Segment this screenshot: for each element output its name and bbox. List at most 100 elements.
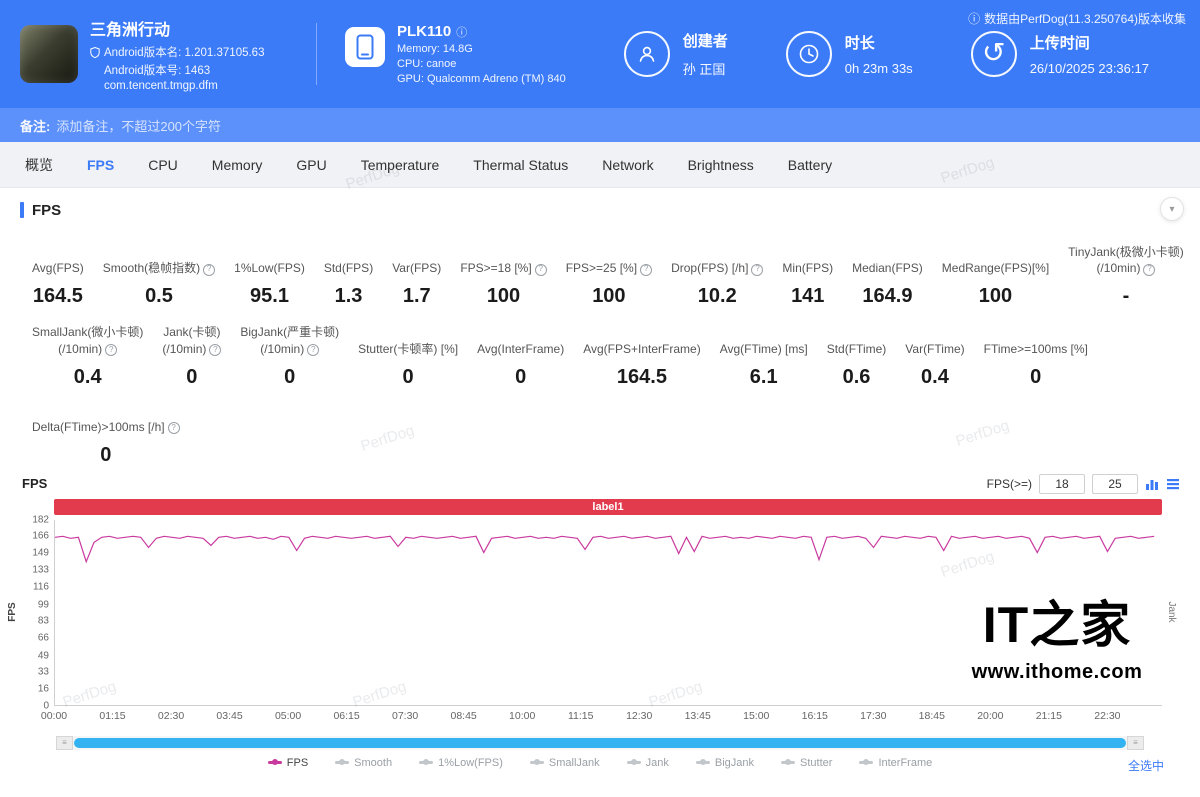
help-icon[interactable]: ? <box>105 343 118 356</box>
y-tick-label: 166 <box>32 530 49 542</box>
game-name: 三角洲行动 <box>90 22 171 39</box>
scrollbar-left-handle[interactable]: ≡ <box>56 735 73 750</box>
stat-jank: Jank(卡顿) (/10min)? 0 <box>162 325 222 388</box>
tab-overview[interactable]: 概览 <box>8 155 70 175</box>
stat-value-drop-fps: 10.2 <box>697 285 737 308</box>
legend-item-bigjank[interactable]: BigJank <box>695 756 755 769</box>
x-tick-label: 08:45 <box>450 709 477 722</box>
fps-plot-area[interactable]: 182 166 149 133 116 99 83 66 49 33 16 0 FPS Jank <box>7 514 1177 711</box>
note-bar[interactable]: 备注: 添加备注，不超过200个字符 <box>0 108 1200 142</box>
select-all-link[interactable]: 全选中 <box>1128 757 1164 774</box>
tab-battery[interactable]: Battery <box>771 157 849 173</box>
tab-brightness[interactable]: Brightness <box>671 157 771 173</box>
legend-label: Smooth <box>354 756 393 769</box>
tab-network[interactable]: Network <box>585 157 670 173</box>
table-view-icon[interactable] <box>1166 477 1180 491</box>
chevron-down-icon: ▾ <box>1169 203 1175 215</box>
android-version-name: Android版本名: 1.201.37105.63 <box>104 47 265 59</box>
device-memory: Memory: 14.8G <box>397 43 473 55</box>
y-tick-label: 99 <box>37 599 49 611</box>
fps-chart: FPS FPS(>=) label1 182 166 149 133 116 99 83 66… <box>7 471 1184 726</box>
help-icon[interactable]: ? <box>1143 263 1156 276</box>
android-version-code: Android版本号: 1463 <box>104 65 211 77</box>
legend-label: InterFrame <box>878 756 933 769</box>
fps-threshold-input-2[interactable] <box>1092 473 1138 494</box>
stat-delta-ftime: Delta(FTime)>100ms [/h]? 0 <box>32 405 180 467</box>
stat-row-1: Avg(FPS) 164.5 Smooth(稳帧指数)? 0.5 1%Low(FPS) 9… <box>32 244 1190 308</box>
legend-marker <box>781 759 796 766</box>
clock-icon <box>785 31 832 77</box>
tab-temperature[interactable]: Temperature <box>344 157 457 173</box>
x-tick-label: 22:30 <box>1094 709 1121 722</box>
legend-item-jank[interactable]: Jank <box>626 757 669 769</box>
x-tick-label: 03:45 <box>216 709 243 722</box>
stat-value-ftime-ge-100ms: 0 <box>1030 365 1042 388</box>
stat-avg-interframe: Avg(InterFrame) 0 <box>477 341 565 388</box>
legend-marker <box>529 759 544 766</box>
x-tick-label: 00:00 <box>40 709 68 722</box>
bar-chart-icon[interactable] <box>1145 477 1159 491</box>
help-icon[interactable]: ? <box>209 343 222 356</box>
tab-fps[interactable]: FPS <box>70 157 131 173</box>
stat-min-fps: Min(FPS) 141 <box>782 261 834 308</box>
upload-time-value: 26/10/2025 23:36:17 <box>1029 61 1149 76</box>
upload-time-block: ↺ 上传时间 26/10/2025 23:36:17 <box>970 31 1149 77</box>
y-tick-label: 66 <box>37 632 49 644</box>
stat-median-fps: Median(FPS) 164.9 <box>852 261 923 308</box>
tab-thermal-status[interactable]: Thermal Status <box>456 157 585 173</box>
tab-gpu[interactable]: GPU <box>279 157 343 173</box>
fps-threshold-input-1[interactable] <box>1039 473 1085 494</box>
tab-cpu[interactable]: CPU <box>131 157 195 173</box>
x-tick-label: 17:30 <box>860 709 887 722</box>
legend-item-stutter[interactable]: Stutter <box>781 757 832 769</box>
stat-value-fps-ge-18: 100 <box>486 285 521 308</box>
game-icon <box>20 25 78 83</box>
device-cpu: CPU: canoe <box>397 58 457 70</box>
fps-stats: Avg(FPS) 164.5 Smooth(稳帧指数)? 0.5 1%Low(FPS) 9… <box>0 232 1200 467</box>
stat-var-fps: Var(FPS) 1.7 <box>392 261 442 308</box>
duration-value: 0h 23m 33s <box>844 61 913 76</box>
creator-block: 创建者 孙 正国 <box>623 30 728 78</box>
history-clock-icon: ↺ <box>970 31 1017 77</box>
creator-value: 孙 正国 <box>682 62 726 77</box>
stat-smooth: Smooth(稳帧指数)? 0.5 <box>103 246 216 308</box>
stat-value-tinyjank: - <box>1122 285 1130 308</box>
x-tick-label: 13:45 <box>684 709 711 722</box>
stat-value-jank: 0 <box>186 365 198 388</box>
legend-item-fps[interactable]: FPS <box>267 756 309 769</box>
legend-item-smalljank[interactable]: SmallJank <box>529 757 600 769</box>
legend-marker <box>695 759 710 766</box>
stat-value-min-fps: 141 <box>791 285 825 308</box>
help-icon[interactable]: ? <box>307 343 320 356</box>
legend-item-smooth[interactable]: Smooth <box>335 757 392 769</box>
scrollbar-thumb[interactable] <box>74 737 1126 748</box>
y-tick-label: 16 <box>37 683 49 695</box>
stat-avg-fps: Avg(FPS) 164.5 <box>32 261 84 308</box>
scrollbar-right-handle[interactable]: ≡ <box>1127 735 1144 750</box>
help-icon[interactable]: ? <box>167 421 180 434</box>
collapse-section-button[interactable]: ▾ <box>1160 197 1184 221</box>
legend-marker <box>267 759 282 766</box>
stat-value-std-ftime: 0.6 <box>842 365 871 388</box>
stat-value-bigjank: 0 <box>284 365 296 388</box>
help-icon[interactable]: ? <box>203 263 216 276</box>
stat-std-ftime: Std(FTime) 0.6 <box>826 341 887 388</box>
legend-label: BigJank <box>714 756 755 769</box>
stat-value-smooth: 0.5 <box>145 285 173 308</box>
help-icon[interactable]: ? <box>534 263 547 276</box>
legend-label: FPS <box>286 756 309 769</box>
help-icon[interactable]: ? <box>640 263 653 276</box>
stat-fps-ge-25: FPS>=25 [%]? 100 <box>566 246 653 308</box>
legend-item-low1pct[interactable]: 1%Low(FPS) <box>419 757 503 769</box>
tab-memory[interactable]: Memory <box>195 157 280 173</box>
scrollbar-track[interactable] <box>73 735 1127 750</box>
help-icon[interactable]: ? <box>751 263 764 276</box>
device-info-icon[interactable]: ⓘ <box>456 24 467 40</box>
x-tick-label: 21:15 <box>1035 709 1062 722</box>
stat-avg-ftime: Avg(FTime) [ms] 6.1 <box>719 341 808 388</box>
info-icon[interactable]: ⓘ <box>968 10 980 27</box>
fps-section-header: FPS ▾ <box>0 188 1200 232</box>
legend-item-interframe[interactable]: InterFrame <box>859 757 932 769</box>
stat-fps-ge-18: FPS>=18 [%]? 100 <box>460 246 547 308</box>
x-tick-label: 02:30 <box>157 709 185 722</box>
